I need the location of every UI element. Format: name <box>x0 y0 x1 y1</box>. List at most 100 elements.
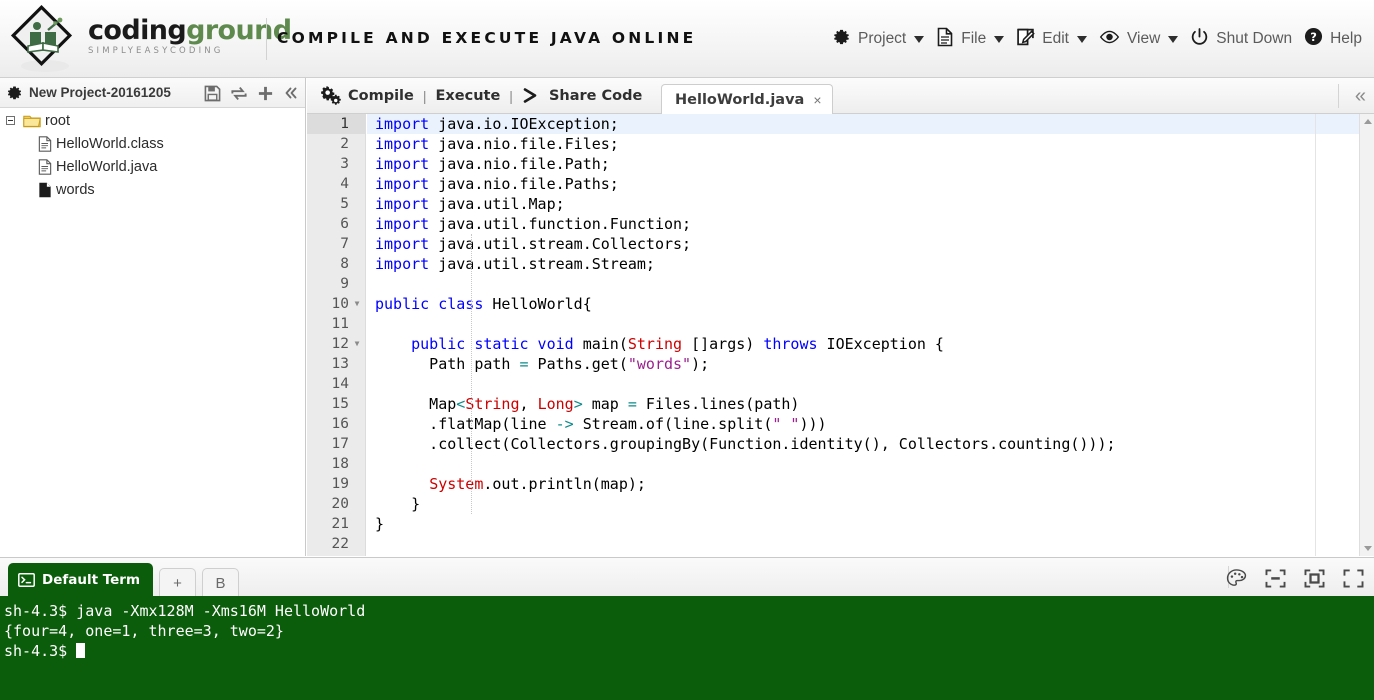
edit-pencil-icon <box>1016 27 1035 52</box>
scroll-down-icon[interactable] <box>1360 541 1374 556</box>
line-number: 16 <box>331 416 349 432</box>
project-name-label: New Project-20161205 <box>29 85 171 100</box>
tree-item-words[interactable]: words <box>0 178 305 201</box>
code-fold-toggle-icon[interactable]: ▼ <box>351 334 363 354</box>
line-number: 2 <box>340 136 349 152</box>
code-token: import <box>375 255 430 273</box>
brand-tagline: SIMPLYEASYCODING <box>88 45 224 56</box>
editor-pane: Compile | Execute | Share Code HelloWorl… <box>307 78 1374 556</box>
code-token: import <box>375 155 430 173</box>
editor-vertical-scrollbar[interactable] <box>1359 114 1374 556</box>
code-line[interactable] <box>367 534 1374 554</box>
compile-label: Compile <box>348 87 414 104</box>
refresh-icon[interactable] <box>230 85 248 102</box>
line-number: 21 <box>331 516 349 532</box>
code-line[interactable]: } <box>367 514 1374 534</box>
code-line[interactable] <box>367 274 1374 294</box>
code-line[interactable]: Map<String, Long> map = Files.lines(path… <box>367 394 1374 414</box>
tree-item-helloworld-class[interactable]: HelloWorld.class <box>0 132 305 155</box>
code-line[interactable]: public static void main(String []args) t… <box>367 334 1374 354</box>
share-code-button[interactable]: Share Code <box>522 78 642 114</box>
line-number: 20 <box>331 496 349 512</box>
menu-item-project[interactable]: Project <box>826 22 930 56</box>
terminal-tab-default-term[interactable]: Default Term <box>8 563 154 597</box>
compile-button[interactable]: Compile <box>321 78 414 114</box>
code-line[interactable]: .collect(Collectors.groupingBy(Function.… <box>367 434 1374 454</box>
code-token: Long <box>537 395 574 413</box>
code-line[interactable]: import java.util.function.Function; <box>367 214 1374 234</box>
code-line[interactable] <box>367 314 1374 334</box>
code-token: throws <box>763 335 818 353</box>
print-margin-line <box>1315 114 1316 556</box>
code-line[interactable]: import java.util.stream.Stream; <box>367 254 1374 274</box>
code-line[interactable]: import java.io.IOException; <box>367 114 1374 134</box>
code-line[interactable] <box>367 374 1374 394</box>
code-fold-toggle-icon[interactable]: ▼ <box>351 294 363 314</box>
line-number: 13 <box>331 356 349 372</box>
menu-item-shutdown[interactable]: Shut Down <box>1184 22 1298 56</box>
chevron-down-icon <box>914 35 925 43</box>
code-line[interactable]: public class HelloWorld{ <box>367 294 1374 314</box>
eye-icon <box>1099 29 1120 50</box>
double-chevron-left-icon[interactable]: « <box>1355 86 1366 106</box>
code-line[interactable]: import java.nio.file.Files; <box>367 134 1374 154</box>
editor-tab-helloworld-java[interactable]: HelloWorld.java × <box>661 84 833 115</box>
code-line[interactable]: .flatMap(line -> Stream.of(line.split(" … <box>367 414 1374 434</box>
scroll-up-icon[interactable] <box>1360 114 1374 129</box>
tree-item-root[interactable]: root <box>0 109 305 132</box>
fullscreen-icon[interactable] <box>1343 568 1364 588</box>
chevron-right-icon <box>522 87 542 104</box>
code-line[interactable]: } <box>367 494 1374 514</box>
add-icon[interactable] <box>257 85 274 102</box>
restore-panel-icon[interactable] <box>1304 568 1325 588</box>
power-icon <box>1190 27 1209 52</box>
menu-item-shutdown-label: Shut Down <box>1216 30 1293 47</box>
execute-button[interactable]: Execute <box>436 78 501 114</box>
minimize-panel-icon[interactable] <box>1265 568 1286 588</box>
toolbar-divider <box>1338 84 1339 108</box>
terminal-icon <box>18 573 35 587</box>
close-icon[interactable]: × <box>813 93 821 107</box>
line-number: 14 <box>331 376 349 392</box>
chevron-down-icon <box>1168 35 1179 43</box>
menu-item-edit[interactable]: Edit <box>1010 22 1093 56</box>
menu-item-view[interactable]: View <box>1093 22 1184 56</box>
code-token: java.nio.file.Paths; <box>429 175 619 193</box>
file-tree: root HelloWorld.class HelloWorld.java wo… <box>0 109 305 201</box>
menu-item-file[interactable]: File <box>930 22 1010 56</box>
line-number: 12 ▼ <box>307 334 365 354</box>
palette-icon[interactable] <box>1226 568 1247 588</box>
code-line[interactable]: import java.nio.file.Path; <box>367 154 1374 174</box>
code-line[interactable]: System.out.println(map); <box>367 474 1374 494</box>
code-line[interactable]: import java.util.stream.Collectors; <box>367 234 1374 254</box>
expander-icon[interactable] <box>6 116 15 125</box>
code-token: IOException { <box>817 335 944 353</box>
collapse-icon[interactable] <box>283 85 299 101</box>
execute-label: Execute <box>435 87 501 104</box>
gear-icon <box>6 84 23 101</box>
code-content[interactable]: import java.io.IOException; import java.n… <box>367 114 1374 556</box>
menu-item-help[interactable]: ? Help <box>1298 22 1368 56</box>
code-line[interactable]: Path path = Paths.get("words"); <box>367 354 1374 374</box>
line-number: 17 <box>331 436 349 452</box>
terminal-tab-b[interactable]: B <box>202 568 240 597</box>
code-token: import <box>375 235 430 253</box>
header-divider <box>266 18 267 60</box>
save-icon[interactable] <box>204 85 221 102</box>
code-line[interactable]: import java.util.Map; <box>367 194 1374 214</box>
code-line[interactable]: import java.nio.file.Paths; <box>367 174 1374 194</box>
code-token: = <box>519 355 529 373</box>
code-editor[interactable]: 1 2 3 4 5 6 7 8 9 10 ▼ 11 12 ▼ 13 14 15 16 17 18 19 20 21 22 im… <box>307 114 1374 556</box>
code-token: -> <box>555 415 574 433</box>
brand-logo[interactable]: codingground SIMPLYEASYCODING <box>8 0 292 78</box>
terminal-add-tab-button[interactable]: + <box>159 568 197 597</box>
line-number: 4 <box>340 176 349 192</box>
code-token: String <box>465 395 520 413</box>
tree-item-helloworld-java[interactable]: HelloWorld.java <box>0 155 305 178</box>
line-number: 6 <box>340 216 349 232</box>
menu-item-file-label: File <box>961 30 987 47</box>
terminal-output[interactable]: sh-4.3$ java -Xmx128M -Xms16M HelloWorld… <box>0 596 1374 700</box>
code-line[interactable] <box>367 454 1374 474</box>
tree-item-label: words <box>56 181 95 198</box>
